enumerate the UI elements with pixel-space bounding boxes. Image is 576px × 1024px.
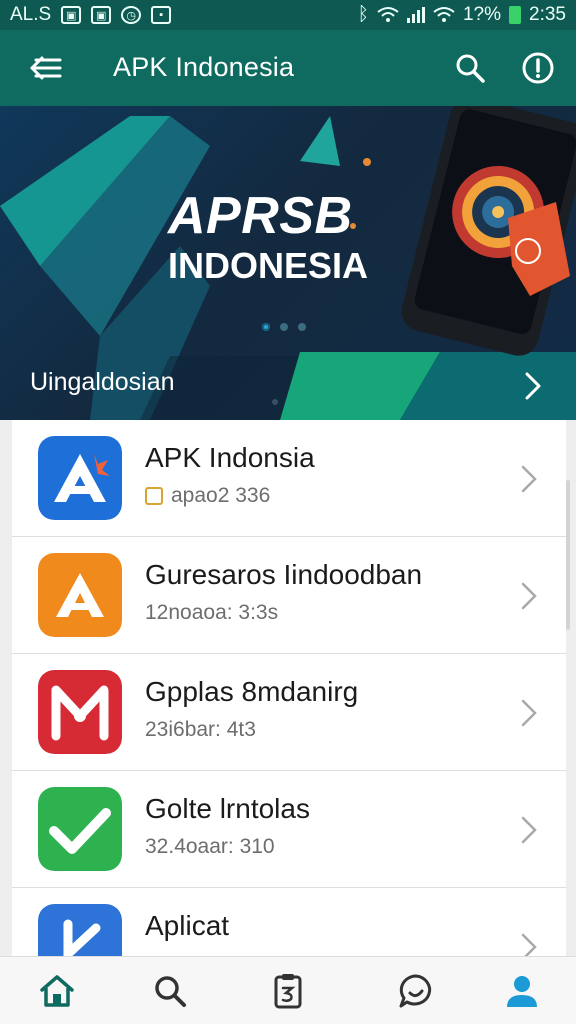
checkbox-icon (145, 487, 163, 505)
check-logo-icon (38, 787, 122, 871)
chevron-right-icon[interactable] (518, 368, 548, 404)
chevron-right-icon[interactable] (518, 462, 540, 496)
carousel-dot[interactable] (298, 323, 306, 331)
carousel-dots (262, 323, 306, 331)
chevron-right-icon[interactable] (518, 813, 540, 847)
carousel-dot[interactable] (280, 323, 288, 331)
clock-icon: ◷ (121, 6, 142, 24)
app-bar: APK Indonesia (0, 30, 576, 106)
info-icon[interactable] (520, 50, 556, 86)
document-icon (274, 974, 302, 1009)
notification-icon: ▪ (151, 6, 172, 24)
app-name: Guresaros Iindoodban (145, 559, 423, 590)
chevron-right-icon[interactable] (518, 579, 540, 613)
list-item[interactable]: Golte lrntolas 32.4oaar: 310 (12, 771, 566, 888)
nav-chat[interactable] (390, 965, 442, 1017)
carousel-dot[interactable] (262, 323, 270, 331)
m-logo-icon (38, 670, 122, 754)
app-meta: 23i6bar: 4t3 (145, 718, 256, 741)
wifi-icon (433, 7, 455, 22)
status-bar: AL.S ▣ ▣ ◷ ▪ ᛒ 1?% 2:35 (0, 0, 576, 30)
carrier-label: AL.S (10, 4, 52, 25)
nav-search[interactable] (144, 965, 196, 1017)
clock-time: 2:35 (529, 4, 566, 25)
back-menu-icon[interactable] (26, 50, 66, 86)
k-logo-icon (38, 904, 122, 956)
app-meta: 32.4oaar: 310 (145, 835, 275, 858)
search-icon (155, 976, 186, 1007)
nav-profile[interactable] (496, 965, 548, 1017)
page-title: APK Indonesia (113, 52, 295, 82)
app-list: APK Indonsia apao2 336 Guresaros Iindood… (12, 420, 566, 956)
banner-title-line1: APRSB (168, 187, 353, 245)
list-item[interactable]: Guresaros Iindoodban 12noaoa: 3:3s (12, 537, 566, 654)
list-item[interactable]: Aplicat (12, 888, 566, 956)
battery-percent: 1?% (462, 4, 502, 25)
a-logo-icon (38, 553, 122, 637)
app-meta: 12noaoa: 3:3s (145, 601, 279, 624)
chevron-right-icon[interactable] (518, 930, 540, 956)
scrollbar[interactable] (566, 480, 570, 630)
list-item[interactable]: APK Indonsia apao2 336 (12, 420, 566, 537)
battery-icon (509, 6, 522, 24)
app-name: Gpplas 8mdanirg (145, 676, 359, 707)
nav-documents[interactable] (262, 965, 314, 1017)
nav-home[interactable] (31, 965, 83, 1017)
banner-caption: Uingaldosian (30, 368, 175, 396)
promo-banner[interactable]: APRSB INDONESIA Uingaldosian (0, 106, 576, 420)
signal-icon (406, 7, 425, 23)
bottom-nav (0, 956, 576, 1024)
banner-title-line2: INDONESIA (168, 245, 369, 286)
banner-title: APRSB INDONESIA (168, 190, 388, 284)
image-icon: ▣ (61, 6, 82, 24)
app-name: APK Indonsia (145, 442, 315, 473)
bluetooth-icon: ᛒ (357, 4, 369, 25)
app-name: Aplicat (145, 910, 230, 941)
home-icon (40, 975, 74, 1007)
wifi-icon (377, 7, 399, 22)
search-icon[interactable] (452, 50, 488, 86)
list-item[interactable]: Gpplas 8mdanirg 23i6bar: 4t3 (12, 654, 566, 771)
chevron-right-icon[interactable] (518, 696, 540, 730)
apk-logo-icon (38, 436, 122, 520)
chat-icon (399, 974, 432, 1008)
image-icon: ▣ (91, 6, 112, 24)
app-meta: apao2 336 (145, 484, 270, 508)
app-name: Golte lrntolas (145, 793, 310, 824)
profile-icon (507, 976, 537, 1007)
